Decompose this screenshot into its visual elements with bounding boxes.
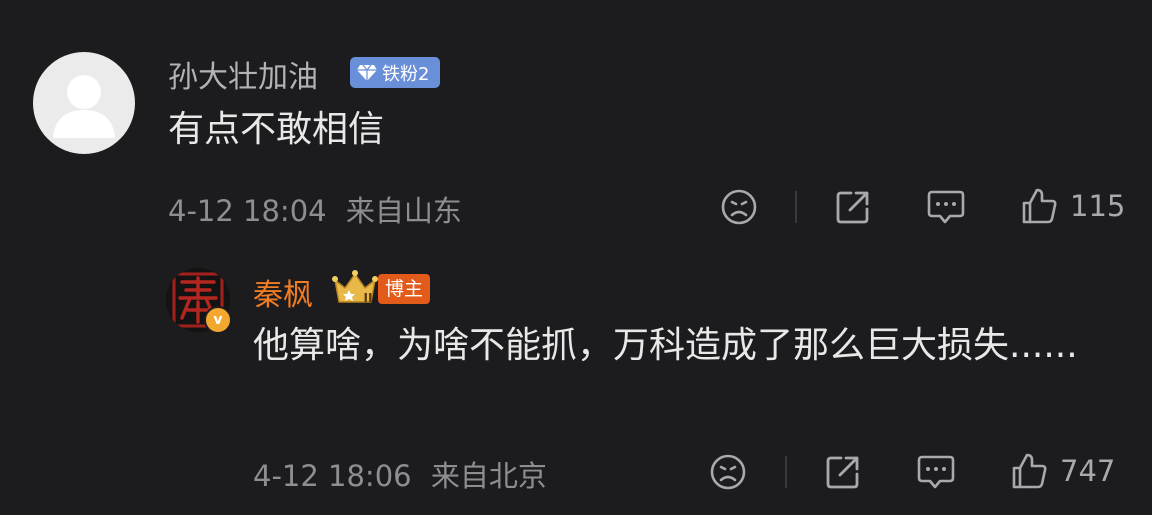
crown-icon: II xyxy=(332,270,378,305)
host-badge: 博主 xyxy=(378,274,430,304)
user-avatar[interactable] xyxy=(33,52,135,154)
crown-level: II xyxy=(364,291,373,305)
share-icon xyxy=(826,456,859,489)
comment-text: 他算啥，为啥不能抓，万科造成了那么巨大损失...... xyxy=(253,325,1078,366)
dislike-button[interactable] xyxy=(720,188,758,226)
comment-icon xyxy=(927,190,965,224)
comment-meta: 4-12 18:06 来自北京 xyxy=(253,453,547,495)
diamond-icon xyxy=(357,64,377,81)
reply-button[interactable] xyxy=(916,453,956,491)
location: 来自山东 xyxy=(345,194,462,228)
default-user-avatar-icon xyxy=(53,75,115,138)
like-icon xyxy=(1022,188,1057,224)
fan-level-label: 铁粉2 xyxy=(382,63,430,85)
comment-icon xyxy=(917,455,955,489)
share-button[interactable] xyxy=(824,453,862,491)
reply-button[interactable] xyxy=(926,188,966,226)
comment-text: 有点不敢相信 xyxy=(168,109,385,150)
timestamp: 4-12 18:04 xyxy=(168,194,327,228)
like-button[interactable]: 115 xyxy=(1020,186,1125,226)
username[interactable]: 孙大壮加油 xyxy=(168,52,318,96)
like-count: 747 xyxy=(1060,454,1116,488)
share-icon xyxy=(836,191,869,224)
dislike-icon xyxy=(710,454,746,490)
user-avatar[interactable]: v xyxy=(166,268,232,334)
like-icon xyxy=(1012,453,1047,489)
dislike-icon xyxy=(721,189,757,225)
comment-meta: 4-12 18:04 来自山东 xyxy=(168,188,462,230)
location: 来自北京 xyxy=(430,459,547,493)
fan-level-badge[interactable]: 铁粉2 xyxy=(350,57,440,88)
timestamp: 4-12 18:06 xyxy=(253,459,412,493)
divider xyxy=(785,456,787,488)
share-button[interactable] xyxy=(834,188,872,226)
like-button[interactable]: 747 xyxy=(1010,451,1115,491)
dislike-button[interactable] xyxy=(709,453,747,491)
like-count: 115 xyxy=(1070,189,1126,223)
username[interactable]: 秦枫 xyxy=(253,270,313,314)
divider xyxy=(795,191,797,223)
verified-icon: v xyxy=(204,306,232,334)
